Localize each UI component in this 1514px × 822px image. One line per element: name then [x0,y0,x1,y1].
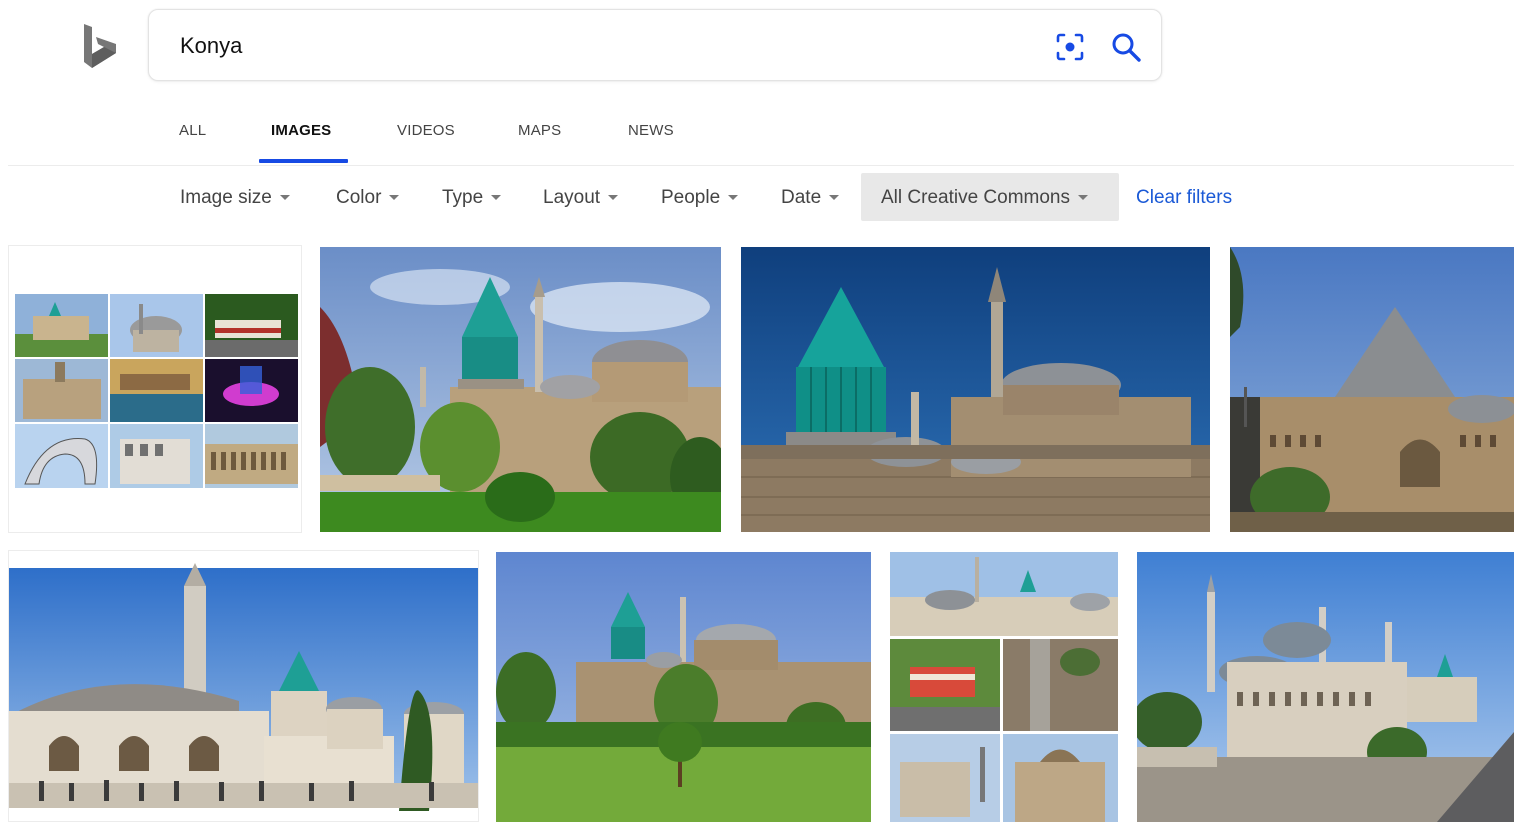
image-thumbnail [496,552,871,822]
filter-label: Color [336,187,382,208]
image-result[interactable] [8,550,479,822]
filter-label: Type [442,187,484,208]
filter-image-size[interactable]: Image size [180,187,290,209]
filter-color[interactable]: Color [336,187,400,209]
image-result[interactable] [1230,247,1514,532]
caret-down-icon [491,195,502,201]
image-thumbnail [1137,552,1514,822]
caret-down-icon [279,195,290,201]
image-result[interactable] [8,245,302,533]
filter-label: People [661,187,721,208]
image-result[interactable] [320,247,721,532]
active-tab-indicator [259,159,348,163]
filter-label: All Creative Commons [881,187,1070,208]
visual-search-icon[interactable] [1053,30,1087,64]
filter-layout[interactable]: Layout [543,187,619,209]
image-result[interactable] [1137,552,1514,822]
search-input[interactable] [180,28,1020,64]
image-result[interactable] [890,552,1118,822]
caret-down-icon [728,195,739,201]
filter-date[interactable]: Date [781,187,840,209]
tab-all[interactable]: ALL [179,122,206,139]
filter-label: Date [781,187,822,208]
tab-videos[interactable]: VIDEOS [397,122,455,139]
filter-type[interactable]: Type [442,187,502,209]
image-thumbnail [320,247,721,532]
tab-images[interactable]: IMAGES [271,122,331,139]
tab-news[interactable]: NEWS [628,122,674,139]
caret-down-icon [608,195,619,201]
tab-maps[interactable]: MAPS [518,122,561,139]
caret-down-icon [829,195,840,201]
image-thumbnail [15,294,298,488]
image-thumbnail [9,563,478,811]
image-result[interactable] [741,247,1210,532]
search-icon[interactable] [1109,30,1143,64]
filter-label: Layout [543,187,601,208]
caret-down-icon [1078,195,1088,201]
image-thumbnail [741,247,1210,532]
image-thumbnail [1230,247,1514,532]
search-box [148,9,1162,81]
bing-logo-icon[interactable] [80,22,120,70]
image-result[interactable] [496,552,871,822]
filter-label: Image size [180,187,272,208]
image-thumbnail [890,552,1118,822]
header-divider [8,165,1514,166]
clear-filters-link[interactable]: Clear filters [1136,187,1232,209]
filter-people[interactable]: People [661,187,739,209]
filter-license[interactable]: All Creative Commons [881,187,1088,209]
caret-down-icon [389,195,400,201]
